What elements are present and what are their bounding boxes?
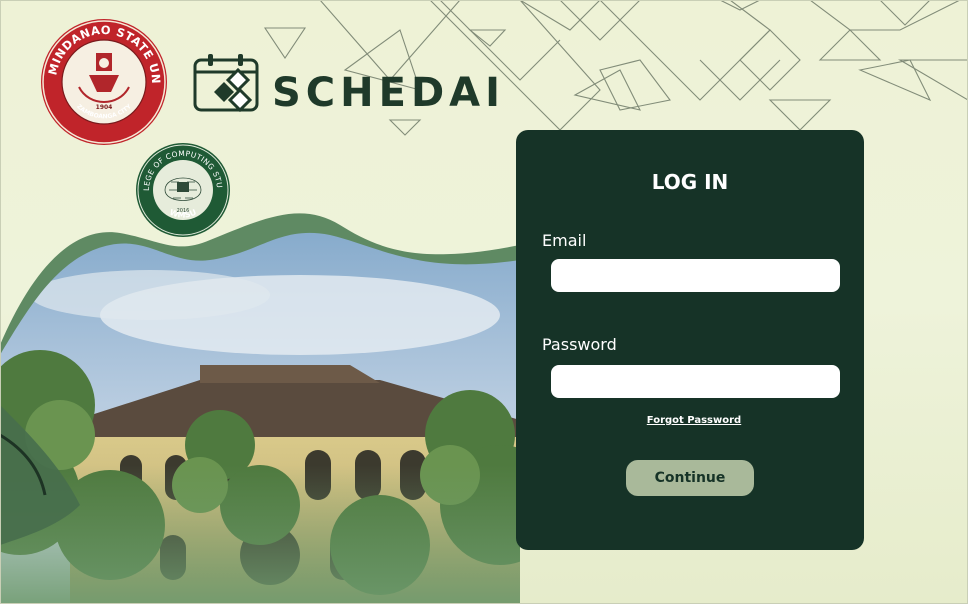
ccs-seal-logo: COLLEGE OF COMPUTING STUDIES WMSU 2016 <box>135 142 230 237</box>
password-label: Password <box>542 335 617 354</box>
wmsu-year-text: 1904 <box>96 104 113 111</box>
wmsu-seal-logo: WESTERN MINDANAO STATE UNIVERSITY ZAMBOA… <box>39 17 167 145</box>
login-card: LOG IN Email Password Forgot Password Co… <box>516 130 864 550</box>
ccs-year-text: 2016 <box>177 208 190 214</box>
email-label: Email <box>542 231 587 250</box>
brand-name: SCHEDAI <box>272 70 506 116</box>
continue-button[interactable]: Continue <box>626 460 754 496</box>
password-field[interactable] <box>551 365 840 398</box>
login-title: LOG IN <box>651 170 729 194</box>
email-field[interactable] <box>551 259 840 292</box>
forgot-password-link[interactable]: Forgot Password <box>516 415 864 426</box>
calendar-brain-icon <box>193 54 259 113</box>
